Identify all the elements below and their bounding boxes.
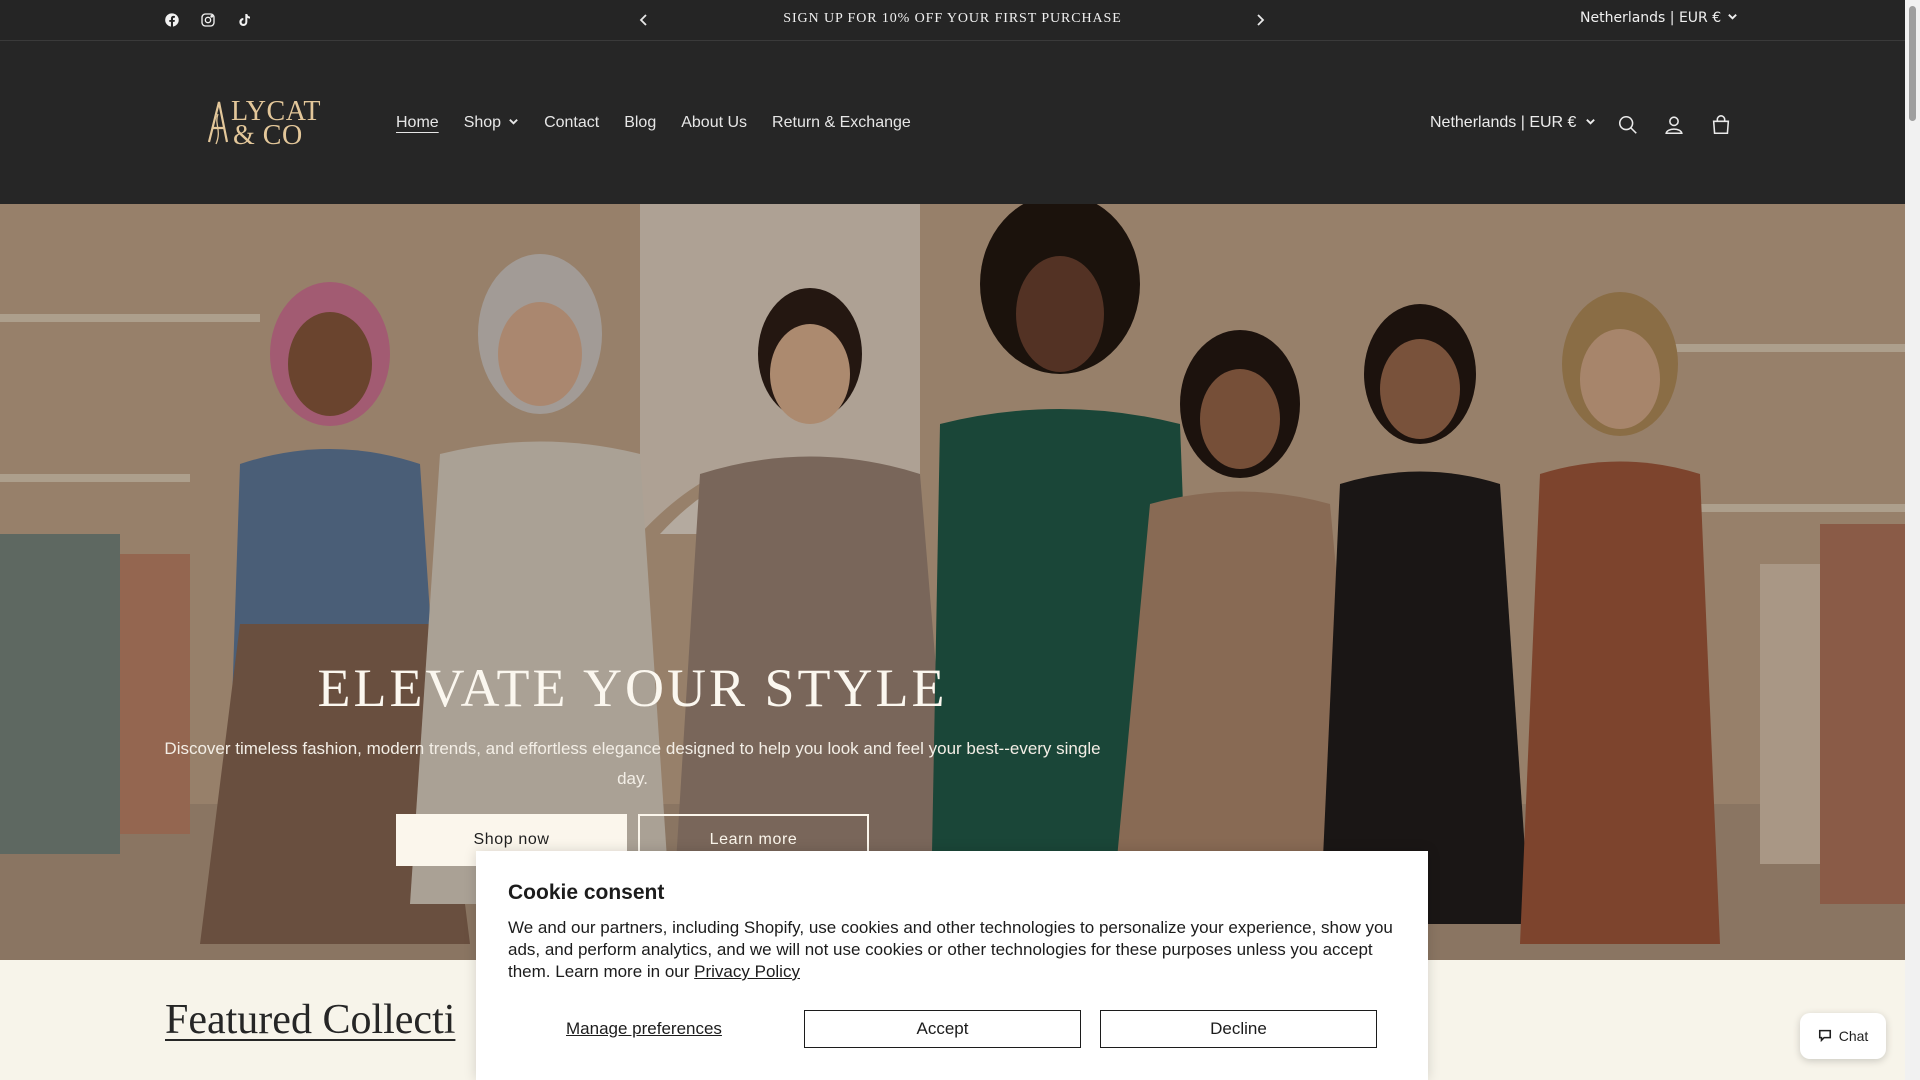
cookie-title: Cookie consent xyxy=(508,881,665,904)
chat-label: Chat xyxy=(1838,1028,1869,1044)
facebook-icon[interactable] xyxy=(162,10,182,30)
tiktok-icon[interactable] xyxy=(234,10,254,30)
scrollbar-thumb[interactable] xyxy=(1909,6,1916,121)
cookie-body-text: We and our partners, including Shopify, … xyxy=(508,918,1393,981)
privacy-policy-link[interactable]: Privacy Policy xyxy=(694,962,800,981)
brand-logo[interactable]: LYCAT & CO xyxy=(205,96,325,152)
nav-item-shop-label: Shop xyxy=(463,114,502,131)
hero-overlay xyxy=(0,204,1905,960)
account-icon[interactable] xyxy=(1661,112,1687,138)
nav-item-contact[interactable]: Contact xyxy=(544,114,599,132)
cookie-consent-dialog: Cookie consent We and our partners, incl… xyxy=(476,851,1428,1080)
chevron-right-icon[interactable] xyxy=(1248,8,1272,32)
logo-text-line2: & CO xyxy=(233,120,303,151)
nav-item-blog[interactable]: Blog xyxy=(624,114,656,132)
locale-selector[interactable]: Netherlands | EUR € xyxy=(1430,114,1596,132)
featured-collection-title[interactable]: Featured Collecti xyxy=(165,996,455,1044)
manage-preferences-link[interactable]: Manage preferences xyxy=(566,1019,722,1039)
nav-item-return-exchange[interactable]: Return & Exchange xyxy=(772,114,911,132)
nav-item-about-us[interactable]: About Us xyxy=(681,114,747,132)
cookie-body: We and our partners, including Shopify, … xyxy=(508,917,1408,983)
locale-label: Netherlands | EUR € xyxy=(1580,10,1722,26)
chevron-down-icon xyxy=(1727,10,1738,26)
locale-label: Netherlands | EUR € xyxy=(1430,114,1577,131)
chevron-down-icon xyxy=(508,114,519,132)
hero-title: ELEVATE YOUR STYLE xyxy=(317,658,948,718)
nav-item-shop[interactable]: Shop xyxy=(464,114,519,132)
chat-button[interactable]: Chat xyxy=(1800,1013,1886,1059)
chevron-down-icon xyxy=(1585,114,1596,132)
logo-mark-icon xyxy=(207,101,229,145)
main-nav: Home Shop Contact Blog About Us Return &… xyxy=(396,114,911,132)
search-icon[interactable] xyxy=(1615,112,1641,138)
chevron-left-icon[interactable] xyxy=(632,8,656,32)
page-scrollbar[interactable] xyxy=(1905,0,1920,1080)
instagram-icon[interactable] xyxy=(198,10,218,30)
accept-button[interactable]: Accept xyxy=(804,1010,1081,1048)
cart-icon[interactable] xyxy=(1708,112,1734,138)
hero-banner: ELEVATE YOUR STYLE Discover timeless fas… xyxy=(0,204,1905,960)
site-header: LYCAT & CO Home Shop Contact Blog About … xyxy=(0,41,1905,204)
announcement-message[interactable]: SIGN UP FOR 10% OFF YOUR FIRST PURCHASE xyxy=(690,11,1215,27)
locale-selector-top[interactable]: Netherlands | EUR € xyxy=(1580,10,1738,26)
nav-item-home[interactable]: Home xyxy=(396,114,439,132)
announcement-bar: SIGN UP FOR 10% OFF YOUR FIRST PURCHASE … xyxy=(0,0,1905,41)
chat-bubble-icon xyxy=(1818,1028,1832,1045)
social-links xyxy=(162,10,254,30)
decline-button[interactable]: Decline xyxy=(1100,1010,1377,1048)
hero-subtitle: Discover timeless fashion, modern trends… xyxy=(164,739,1101,788)
